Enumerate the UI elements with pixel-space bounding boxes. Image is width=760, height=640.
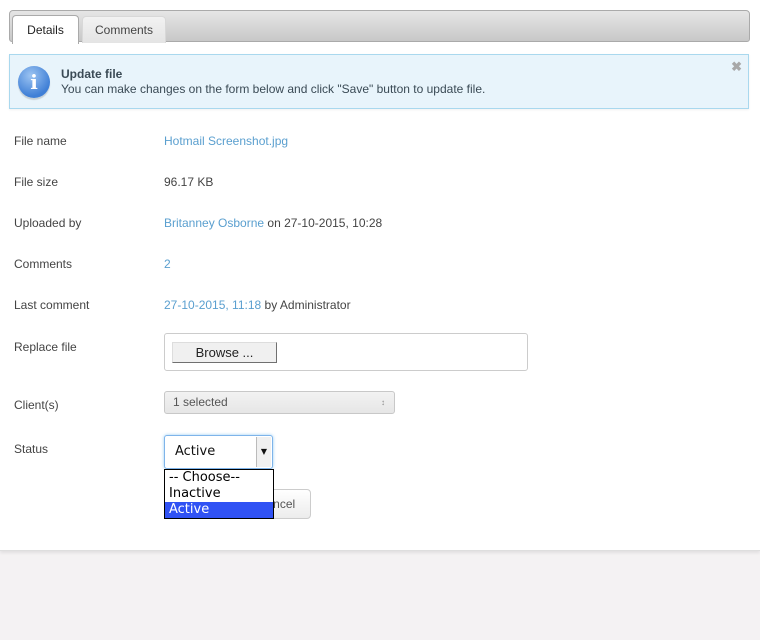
close-icon[interactable]: ✖	[731, 59, 742, 75]
status-label: Status	[14, 442, 49, 456]
last-comment-author: by Administrator	[264, 298, 351, 312]
uploaded-by-label: Uploaded by	[14, 216, 82, 230]
upload-date: on 27-10-2015, 10:28	[267, 216, 383, 230]
alert-message: You can make changes on the form below a…	[61, 82, 486, 96]
comments-row: Comments 2	[14, 257, 754, 277]
browse-button[interactable]: Browse ...	[172, 342, 277, 363]
file-name-label: File name	[14, 134, 67, 148]
comments-count-link[interactable]: 2	[164, 257, 171, 271]
uploader-link[interactable]: Britanney Osborne	[164, 216, 264, 230]
last-comment-date-link[interactable]: 27-10-2015, 11:18	[164, 298, 261, 312]
tab-comments[interactable]: Comments	[82, 16, 166, 43]
file-size-label: File size	[14, 175, 59, 189]
clients-select-value: 1 selected	[173, 395, 228, 409]
sort-arrows-icon: ↕	[381, 398, 385, 407]
status-dropdown-list: -- Choose-- Inactive Active	[164, 469, 274, 519]
last-comment-label: Last comment	[14, 298, 90, 312]
status-option-choose[interactable]: -- Choose--	[165, 470, 273, 486]
file-name-link[interactable]: Hotmail Screenshot.jpg	[164, 134, 288, 148]
last-comment-value: 27-10-2015, 11:18 by Administrator	[164, 298, 351, 312]
chevron-down-icon[interactable]: ▼	[256, 437, 271, 467]
tab-details[interactable]: Details	[12, 15, 79, 44]
file-size-row: File size 96.17 KB	[14, 175, 754, 195]
comments-label: Comments	[14, 257, 73, 271]
file-name-row: File name Hotmail Screenshot.jpg	[14, 134, 754, 154]
clients-select[interactable]: 1 selected ↕	[164, 391, 395, 414]
status-select[interactable]: Active ▼	[164, 435, 273, 469]
status-option-inactive[interactable]: Inactive	[165, 486, 273, 502]
uploaded-by-row: Uploaded by Britanney Osborne on 27-10-2…	[14, 216, 754, 236]
info-icon: i	[18, 66, 50, 98]
last-comment-row: Last comment 27-10-2015, 11:18 by Admini…	[14, 298, 754, 318]
status-option-active[interactable]: Active	[165, 502, 273, 518]
status-row: Status	[14, 442, 754, 462]
replace-file-label: Replace file	[14, 340, 77, 354]
status-select-value: Active	[175, 444, 216, 459]
clients-label: Client(s)	[14, 398, 59, 412]
file-size-value: 96.17 KB	[164, 175, 214, 189]
uploaded-by-value: Britanney Osborne on 27-10-2015, 10:28	[164, 216, 382, 230]
file-input[interactable]: Browse ...	[164, 333, 528, 371]
tab-bar: Details Comments	[9, 10, 750, 44]
alert-title: Update file	[61, 67, 123, 81]
info-alert: i Update file You can make changes on th…	[9, 54, 749, 109]
page-content: Details Comments i Update file You can m…	[0, 0, 760, 551]
